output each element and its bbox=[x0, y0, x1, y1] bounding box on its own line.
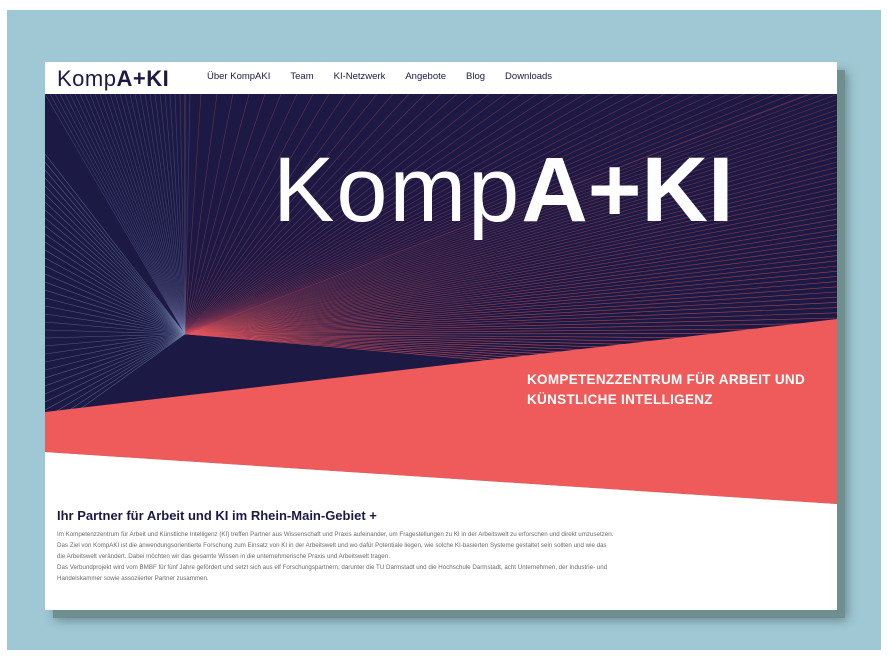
nav-item-team[interactable]: Team bbox=[290, 71, 313, 82]
nav-item-ki-netzwerk[interactable]: KI-Netzwerk bbox=[334, 71, 386, 82]
hero-title-bold: A+KI bbox=[521, 139, 734, 241]
main-nav: Über KompAKI Team KI-Netzwerk Angebote B… bbox=[207, 71, 572, 82]
hero-banner: KompA+KI KOMPETENZZENTRUM FÜR ARBEIT UND… bbox=[45, 94, 837, 524]
intro-line-2: Das Ziel von KompAKI ist die anwendungso… bbox=[57, 542, 607, 549]
hero-tagline: KOMPETENZZENTRUM FÜR ARBEIT UND KÜNSTLIC… bbox=[527, 370, 805, 410]
tagline-line-1: KOMPETENZZENTRUM FÜR ARBEIT UND bbox=[527, 372, 806, 387]
nav-item-angebote[interactable]: Angebote bbox=[405, 71, 446, 82]
nav-item-blog[interactable]: Blog bbox=[466, 71, 485, 82]
website-screenshot: KompA+KI Über KompAKI Team KI-Netzwerk A… bbox=[45, 62, 837, 610]
nav-item-downloads[interactable]: Downloads bbox=[505, 71, 552, 82]
intro-line-5: Handelskammer sowie assoziierter Partner… bbox=[57, 575, 209, 582]
hero-title: KompA+KI bbox=[273, 144, 734, 236]
tagline-line-2: KÜNSTLICHE INTELLIGENZ bbox=[527, 392, 713, 407]
site-logo[interactable]: KompA+KI bbox=[57, 66, 169, 92]
top-navigation-bar: KompA+KI Über KompAKI Team KI-Netzwerk A… bbox=[45, 62, 837, 94]
intro-paragraph: Im Kompetenzzentrum für Arbeit und Künst… bbox=[57, 529, 827, 584]
intro-line-1: Im Kompetenzzentrum für Arbeit und Künst… bbox=[57, 531, 614, 538]
section-heading: Ihr Partner für Arbeit und KI im Rhein-M… bbox=[57, 508, 377, 523]
intro-section: Ihr Partner für Arbeit und KI im Rhein-M… bbox=[57, 508, 827, 584]
logo-text-bold: A+KI bbox=[116, 66, 170, 91]
hero-title-light: Komp bbox=[273, 139, 522, 241]
nav-item-ueber[interactable]: Über KompAKI bbox=[207, 71, 270, 82]
intro-line-3: die Arbeitswelt verändert. Dabei möchten… bbox=[57, 553, 390, 560]
logo-text-light: Komp bbox=[57, 66, 117, 91]
intro-line-4: Das Verbundprojekt wird vom BMBF für fün… bbox=[57, 564, 608, 571]
